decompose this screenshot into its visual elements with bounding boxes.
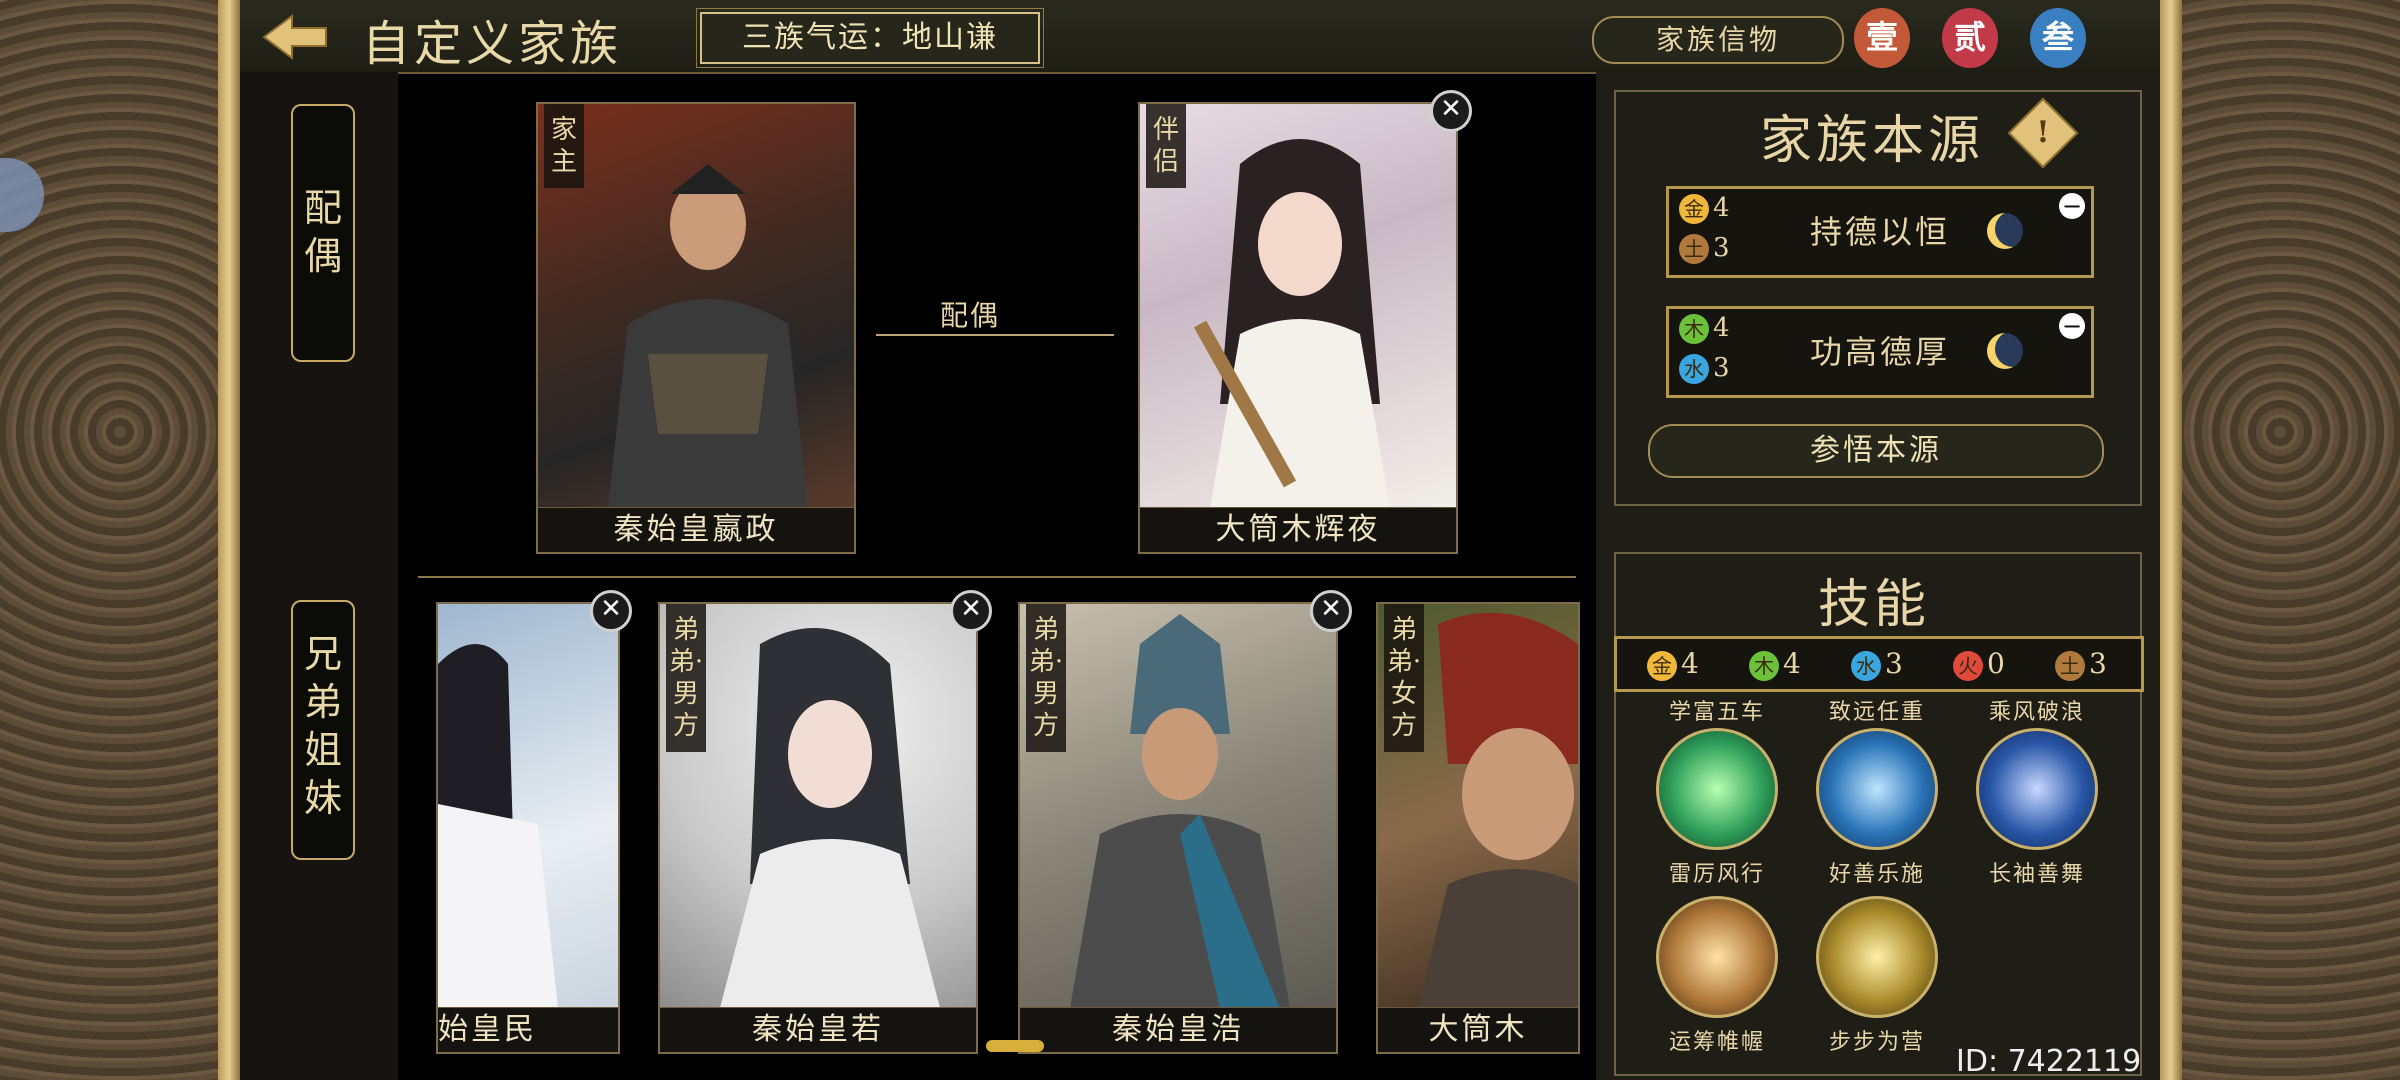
family-source-title: 家族本源	[1760, 111, 1985, 171]
skill-item[interactable]: 雷厉风行	[1632, 722, 1802, 888]
medal-two-icon[interactable]: 贰	[1942, 8, 1998, 68]
partner-name: 大筒木辉夜	[1140, 507, 1456, 552]
water-element-icon: 水	[1851, 650, 1881, 681]
head-of-family-card[interactable]: 家主 秦始皇嬴政	[536, 102, 856, 554]
top-bar: 自定义家族 三族气运：地山谦 家族信物 壹 贰 叁	[240, 0, 2160, 74]
sibling-card[interactable]: 始皇民	[436, 602, 620, 1054]
strategy-skill-icon	[1656, 896, 1778, 1018]
family-relic-button[interactable]: 家族信物	[1592, 16, 1844, 64]
right-decor-pattern	[2160, 0, 2400, 1080]
sibling-portrait	[660, 604, 976, 1008]
lady-figure-icon	[1193, 139, 1390, 508]
sibling-figure-icon	[720, 628, 940, 1008]
steady-step-skill-icon	[1816, 896, 1938, 1018]
partner-portrait	[1140, 104, 1456, 508]
source-row[interactable]: 金4 土3 持德以恒 −	[1666, 186, 2094, 278]
family-fortune-badge[interactable]: 三族气运：地山谦	[696, 8, 1044, 68]
partner-role-label: 伴侣	[1146, 104, 1186, 188]
remove-sibling-button[interactable]: ✕	[590, 590, 632, 632]
section-divider	[418, 576, 1576, 578]
sibling-name: 始皇民	[438, 1007, 618, 1052]
sibling-role-label: 弟弟·男方	[1026, 604, 1066, 752]
right-gold-border	[2160, 0, 2182, 1080]
source-name: 功高德厚	[1809, 333, 1950, 371]
element-count: 0	[1987, 647, 2005, 680]
sibling-figure-icon	[438, 644, 558, 1008]
wood-element-icon: 木	[1749, 650, 1779, 681]
head-role-label: 家主	[544, 104, 584, 188]
remove-partner-button[interactable]: ✕	[1430, 90, 1472, 132]
element-count: 3	[2089, 647, 2107, 680]
sibling-name: 秦始皇浩	[1020, 1007, 1336, 1052]
spouse-relation-label: 配偶	[940, 299, 1001, 332]
player-id: ID: 7422119	[1956, 1044, 2142, 1079]
skills-title: 技能	[1818, 575, 1931, 635]
remove-sibling-button[interactable]: ✕	[1310, 590, 1352, 632]
skill-name: 好善乐施	[1828, 862, 1925, 887]
source-name: 持德以恒	[1809, 213, 1950, 251]
sibling-card[interactable]: 弟弟·女方 大筒木	[1376, 602, 1580, 1054]
skill-name: 雷厉风行	[1668, 862, 1765, 887]
remove-source-button[interactable]: −	[2059, 313, 2085, 339]
back-button[interactable]	[260, 12, 330, 62]
moon-icon	[1987, 333, 2023, 369]
dance-skill-icon	[1976, 728, 2098, 850]
skill-item[interactable]: 步步为营	[1792, 890, 1962, 1056]
partner-card[interactable]: 伴侣 大筒木辉夜	[1138, 102, 1458, 554]
fire-element-icon: 火	[1953, 650, 1983, 681]
back-arrow-icon	[262, 14, 327, 60]
sibling-portrait	[438, 604, 618, 1008]
spouse-connector-line	[876, 334, 1114, 336]
page-title: 自定义家族	[362, 16, 623, 72]
left-gold-border	[218, 0, 240, 1080]
comprehend-source-button[interactable]: 参悟本源	[1648, 424, 2104, 478]
sibling-card[interactable]: 弟弟·男方 秦始皇浩	[1018, 602, 1338, 1054]
sibling-role-label: 弟弟·女方	[1384, 604, 1424, 752]
soldier-figure-icon	[1070, 614, 1290, 1008]
metal-element-icon: 金	[1647, 650, 1677, 681]
sibling-role-label: 弟弟·男方	[666, 604, 706, 752]
lightning-skill-icon	[1656, 728, 1778, 850]
warrior-figure-icon	[608, 164, 808, 508]
skill-item[interactable]: 长袖善舞	[1952, 722, 2122, 888]
medal-three-icon[interactable]: 叁	[2030, 8, 2086, 68]
skill-name: 长袖善舞	[1988, 862, 2085, 887]
skill-item[interactable]: 好善乐施	[1792, 722, 1962, 888]
charity-skill-icon	[1816, 728, 1938, 850]
sibling-card[interactable]: 弟弟·男方 秦始皇若	[658, 602, 978, 1054]
sibling-name: 大筒木	[1378, 1007, 1578, 1052]
earth-element-icon: 土	[2055, 650, 2085, 681]
head-name: 秦始皇嬴政	[538, 507, 854, 552]
tab-siblings-label: 兄弟姐妹	[303, 632, 342, 820]
element-count: 4	[1681, 647, 1699, 680]
moon-icon	[1987, 213, 2023, 249]
tab-spouse[interactable]: 配偶	[291, 104, 355, 362]
sibling-portrait	[1020, 604, 1336, 1008]
sibling-name: 秦始皇若	[660, 1007, 976, 1052]
skill-item[interactable]: 运筹帷幄	[1632, 890, 1802, 1056]
tab-siblings[interactable]: 兄弟姐妹	[291, 600, 355, 860]
head-portrait	[538, 104, 854, 508]
skill-name: 步步为营	[1828, 1030, 1925, 1055]
left-decor-pattern	[0, 0, 240, 1080]
medal-one-icon[interactable]: 壹	[1854, 8, 1910, 68]
skill-name: 运筹帷幄	[1668, 1030, 1765, 1055]
element-count: 3	[1885, 647, 1903, 680]
scroll-indicator	[986, 1040, 1044, 1052]
tab-spouse-label: 配偶	[303, 186, 342, 278]
source-row[interactable]: 木4 水3 功高德厚 −	[1666, 306, 2094, 398]
element-count: 4	[1783, 647, 1801, 680]
remove-sibling-button[interactable]: ✕	[950, 590, 992, 632]
remove-source-button[interactable]: −	[2059, 193, 2085, 219]
element-totals-bar: 金4 木4 水3 火0 土3	[1614, 636, 2144, 692]
